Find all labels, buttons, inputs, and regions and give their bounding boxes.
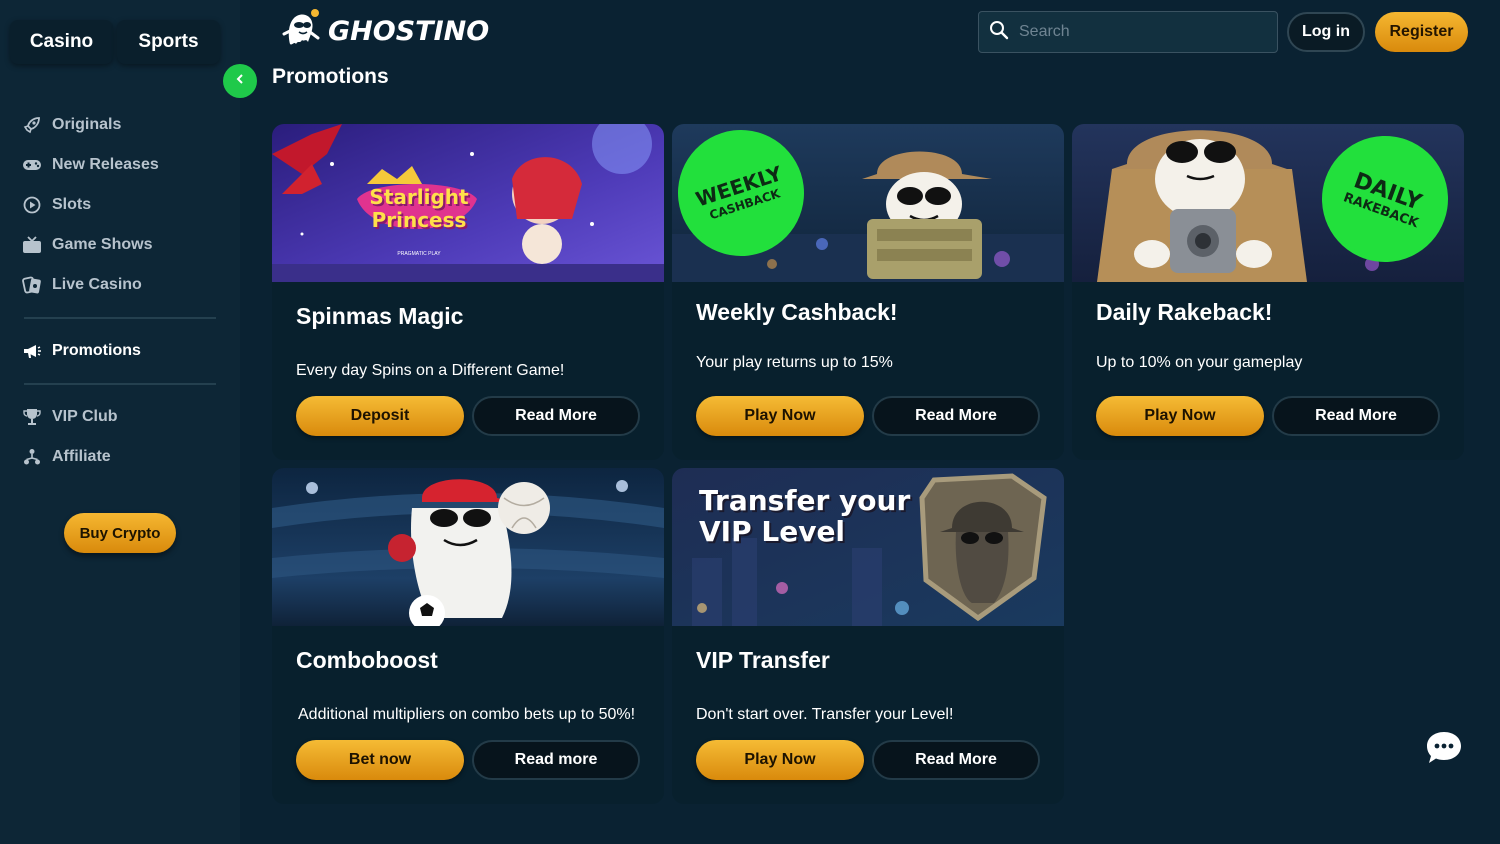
- search-icon: [989, 20, 1009, 45]
- sidebar-item-label: Game Shows: [52, 236, 153, 253]
- deposit-button[interactable]: Deposit: [296, 396, 464, 436]
- promo-card-vip-transfer: Transfer your VIP Level VIP Transfer Don…: [672, 468, 1064, 804]
- promo-banner-image: [272, 468, 664, 626]
- sidebar-item-label: Live Casino: [52, 276, 142, 293]
- network-icon: [22, 447, 42, 467]
- read-more-button[interactable]: Read More: [1272, 396, 1440, 436]
- promo-card-weekly-cashback: WEEKLY CASHBACK Weekly Cashback! Your pl…: [672, 124, 1064, 460]
- promo-title: Comboboost: [296, 647, 438, 673]
- sidebar-item-new-releases[interactable]: New Releases: [22, 145, 218, 185]
- promo-banner-image: WEEKLY CASHBACK: [672, 124, 1064, 282]
- product-tabs: Casino Sports: [10, 20, 220, 64]
- banner-line-2: VIP Level: [699, 515, 846, 548]
- sidebar-item-label: Affiliate: [52, 448, 111, 465]
- read-more-button[interactable]: Read More: [872, 396, 1040, 436]
- sidebar-item-slots[interactable]: Slots: [22, 185, 218, 225]
- ghost-mascot-icon: [280, 8, 322, 55]
- slots-icon: [22, 195, 42, 215]
- divider: [24, 383, 216, 385]
- promo-description: Your play returns up to 15%: [696, 354, 893, 371]
- rocket-icon: [22, 115, 42, 135]
- promo-card-comboboost: Comboboost Additional multipliers on com…: [272, 468, 664, 804]
- promo-description: Additional multipliers on combo bets up …: [298, 706, 636, 723]
- play-now-button[interactable]: Play Now: [696, 740, 864, 780]
- chevron-left-icon: [234, 72, 246, 90]
- sidebar-item-promotions[interactable]: Promotions: [22, 331, 218, 371]
- page-title: Promotions: [272, 65, 389, 88]
- read-more-button[interactable]: Read More: [472, 396, 640, 436]
- promo-banner-image: Transfer your VIP Level: [672, 468, 1064, 626]
- promo-title: VIP Transfer: [696, 647, 830, 673]
- promo-card-spinmas: Starlight Princess PRAGMATIC PLAY Spinma…: [272, 124, 664, 460]
- sidebar-nav: Originals New Releases Slots Game Shows …: [22, 105, 218, 477]
- sidebar-item-vip-club[interactable]: VIP Club: [22, 397, 218, 437]
- promo-card-daily-rakeback: DAILY RAKEBACK Daily Rakeback! Up to 10%…: [1072, 124, 1464, 460]
- search-input[interactable]: [1019, 23, 1259, 41]
- sidebar-item-label: Slots: [52, 196, 92, 213]
- promo-title: Weekly Cashback!: [696, 299, 898, 325]
- search-box[interactable]: [978, 11, 1278, 53]
- read-more-button[interactable]: Read More: [872, 740, 1040, 780]
- sidebar-item-live-casino[interactable]: Live Casino: [22, 265, 218, 305]
- promo-title: Spinmas Magic: [296, 303, 464, 329]
- bet-now-button[interactable]: Bet now: [296, 740, 464, 780]
- sidebar-item-label: Originals: [52, 116, 122, 133]
- trophy-icon: [22, 407, 42, 427]
- banner-title-text: Starlight Princess: [369, 185, 469, 232]
- banner-line-1: Transfer your: [699, 484, 911, 517]
- buy-crypto-button[interactable]: Buy Crypto: [64, 513, 176, 553]
- promo-title: Daily Rakeback!: [1096, 299, 1273, 325]
- tab-casino[interactable]: Casino: [10, 20, 113, 64]
- register-button[interactable]: Register: [1375, 12, 1468, 52]
- sidebar-item-label: New Releases: [52, 156, 159, 173]
- gamepad-icon: [22, 155, 42, 175]
- chat-bubble-icon: [1425, 730, 1463, 771]
- chat-button[interactable]: [1424, 730, 1464, 770]
- promo-banner-image: Starlight Princess PRAGMATIC PLAY: [272, 124, 664, 282]
- tab-sports[interactable]: Sports: [117, 20, 220, 64]
- sidebar-item-label: VIP Club: [52, 408, 118, 425]
- promo-description: Every day Spins on a Different Game!: [296, 362, 565, 379]
- promo-banner-image: DAILY RAKEBACK: [1072, 124, 1464, 282]
- cards-icon: [22, 275, 42, 295]
- tv-icon: [22, 235, 42, 255]
- sidebar-item-label: Promotions: [52, 342, 141, 359]
- sidebar-item-originals[interactable]: Originals: [22, 105, 218, 145]
- sidebar-item-affiliate[interactable]: Affiliate: [22, 437, 218, 477]
- megaphone-icon: [22, 341, 42, 361]
- promo-description: Up to 10% on your gameplay: [1096, 354, 1303, 371]
- back-button[interactable]: [223, 64, 257, 98]
- play-now-button[interactable]: Play Now: [1096, 396, 1264, 436]
- brand-name: GHOSTINO: [328, 15, 490, 47]
- brand-logo[interactable]: GHOSTINO: [280, 8, 490, 55]
- sidebar: Casino Sports Originals New Releases Slo…: [0, 0, 240, 844]
- promo-description: Don't start over. Transfer your Level!: [696, 706, 954, 723]
- read-more-button[interactable]: Read more: [472, 740, 640, 780]
- sidebar-item-game-shows[interactable]: Game Shows: [22, 225, 218, 265]
- play-now-button[interactable]: Play Now: [696, 396, 864, 436]
- divider: [24, 317, 216, 319]
- banner-sub-text: PRAGMATIC PLAY: [397, 251, 441, 257]
- login-button[interactable]: Log in: [1287, 12, 1365, 52]
